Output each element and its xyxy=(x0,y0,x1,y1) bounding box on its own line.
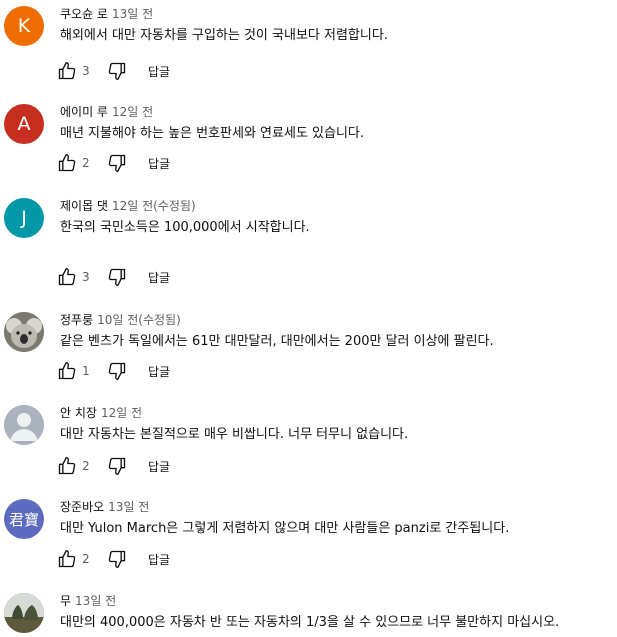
comment-time[interactable]: 12일 전 xyxy=(112,199,153,213)
comment-time[interactable]: 12일 전 xyxy=(101,406,142,420)
avatar-letter: 君寶 xyxy=(8,510,39,529)
default-user-icon xyxy=(4,405,44,445)
comment-header: 안 치장 12일 전 xyxy=(60,405,617,421)
author-name[interactable]: 무 xyxy=(60,594,71,608)
comment-time[interactable]: 13일 전 xyxy=(75,594,116,608)
like-count: 1 xyxy=(82,364,90,378)
thumb-up-icon[interactable] xyxy=(56,60,78,82)
comment-header: 장준바오 13일 전 xyxy=(60,499,617,515)
avatar[interactable]: 君寶 xyxy=(4,499,44,539)
thumb-down-icon[interactable] xyxy=(106,266,128,288)
reply-button[interactable]: 답글 xyxy=(148,155,170,172)
comment-header: 정푸룽 10일 전(수정됨) xyxy=(60,312,617,328)
comment-text: 매년 지불해야 하는 높은 번호판세와 연료세도 있습니다. xyxy=(60,126,365,141)
like-count: 3 xyxy=(82,64,90,78)
thumb-up-icon[interactable] xyxy=(56,152,78,174)
comment-text: 대만의 400,000은 자동차 반 또는 자동차의 1/3을 살 수 있으므로… xyxy=(60,615,560,630)
comment-time[interactable]: 12일 전 xyxy=(112,105,153,119)
author-name[interactable]: 에이미 루 xyxy=(60,105,108,119)
avatar-letter: J xyxy=(21,207,27,229)
comment-header: 쿠오슌 로 13일 전 xyxy=(60,6,617,22)
avatar[interactable]: J xyxy=(4,198,44,238)
thumb-down-icon[interactable] xyxy=(106,360,128,382)
comment-text: 한국의 국민소득은 100,000에서 시작합니다. xyxy=(60,220,310,235)
thumb-up-icon[interactable] xyxy=(56,548,78,570)
comment-body: 안 치장 12일 전 대만 자동차는 본질적으로 매우 비쌉니다. 너무 터무니 … xyxy=(60,405,617,445)
thumb-down-icon[interactable] xyxy=(106,455,128,477)
author-name[interactable]: 정푸룽 xyxy=(60,313,93,327)
comment-actions: 2 답글 xyxy=(56,547,170,571)
reply-button[interactable]: 답글 xyxy=(148,63,170,80)
thumb-up-icon[interactable] xyxy=(56,360,78,382)
author-name[interactable]: 제이몹 댓 xyxy=(60,199,108,213)
avatar-letter: K xyxy=(17,15,31,37)
comment-time[interactable]: 13일 전 xyxy=(108,500,149,514)
reply-button[interactable]: 답글 xyxy=(148,458,170,475)
avatar-letter: A xyxy=(17,113,31,135)
avatar[interactable]: K xyxy=(4,6,44,46)
author-name[interactable]: 안 치장 xyxy=(60,406,97,420)
avatar[interactable]: A xyxy=(4,104,44,144)
comments-list: K 쿠오슌 로 13일 전 해외에서 대만 자동차를 구입하는 것이 국내보다 저… xyxy=(0,0,617,637)
koala-photo-icon xyxy=(4,312,44,352)
like-count: 2 xyxy=(82,459,90,473)
comment-actions: 2 답글 xyxy=(56,151,170,175)
edited-label: (수정됨) xyxy=(138,313,181,327)
thumb-down-icon[interactable] xyxy=(106,548,128,570)
reply-button[interactable]: 답글 xyxy=(148,269,170,286)
comment-body: 제이몹 댓 12일 전(수정됨) 한국의 국민소득은 100,000에서 시작합니… xyxy=(60,198,617,238)
reply-button[interactable]: 답글 xyxy=(148,363,170,380)
comment-actions: 2 답글 xyxy=(56,454,170,478)
comment-header: 제이몹 댓 12일 전(수정됨) xyxy=(60,198,617,214)
comment-text: 대만 자동차는 본질적으로 매우 비쌉니다. 너무 터무니 없습니다. xyxy=(60,427,409,442)
comment-body: 무 13일 전 대만의 400,000은 자동차 반 또는 자동차의 1/3을 살… xyxy=(60,593,617,633)
reply-button[interactable]: 답글 xyxy=(148,551,170,568)
comment-time[interactable]: 13일 전 xyxy=(112,7,153,21)
like-count: 3 xyxy=(82,270,90,284)
comment-text: 같은 벤츠가 독일에서는 61만 대만달러, 대만에서는 200만 달러 이상에… xyxy=(60,334,494,349)
comment-body: 장준바오 13일 전 대만 Yulon March은 그렇게 저렴하지 않으며 대… xyxy=(60,499,617,539)
comment-actions: 3 답글 xyxy=(56,265,170,289)
comment-time[interactable]: 10일 전 xyxy=(97,313,138,327)
avatar[interactable] xyxy=(4,405,44,445)
comment-actions: 1 답글 xyxy=(56,359,170,383)
comment-header: 에이미 루 12일 전 xyxy=(60,104,617,120)
comment-body: 쿠오슌 로 13일 전 해외에서 대만 자동차를 구입하는 것이 국내보다 저렴합… xyxy=(60,6,617,46)
comment-header: 무 13일 전 xyxy=(60,593,617,609)
thumb-down-icon[interactable] xyxy=(106,60,128,82)
author-name[interactable]: 장준바오 xyxy=(60,500,104,514)
comment-body: 정푸룽 10일 전(수정됨) 같은 벤츠가 독일에서는 61만 대만달러, 대만에… xyxy=(60,312,617,352)
comment-body: 에이미 루 12일 전 매년 지불해야 하는 높은 번호판세와 연료세도 있습니다… xyxy=(60,104,617,144)
like-count: 2 xyxy=(82,156,90,170)
edited-label: (수정됨) xyxy=(153,199,196,213)
thumb-up-icon[interactable] xyxy=(56,266,78,288)
landscape-photo-icon xyxy=(4,593,44,633)
thumb-down-icon[interactable] xyxy=(106,152,128,174)
comment-text: 해외에서 대만 자동차를 구입하는 것이 국내보다 저렴합니다. xyxy=(60,28,388,43)
avatar[interactable] xyxy=(4,312,44,352)
comment-actions: 3 답글 xyxy=(56,59,170,83)
author-name[interactable]: 쿠오슌 로 xyxy=(60,7,108,21)
comment-text: 대만 Yulon March은 그렇게 저렴하지 않으며 대만 사람들은 pan… xyxy=(60,521,510,536)
thumb-up-icon[interactable] xyxy=(56,455,78,477)
like-count: 2 xyxy=(82,552,90,566)
avatar[interactable] xyxy=(4,593,44,633)
